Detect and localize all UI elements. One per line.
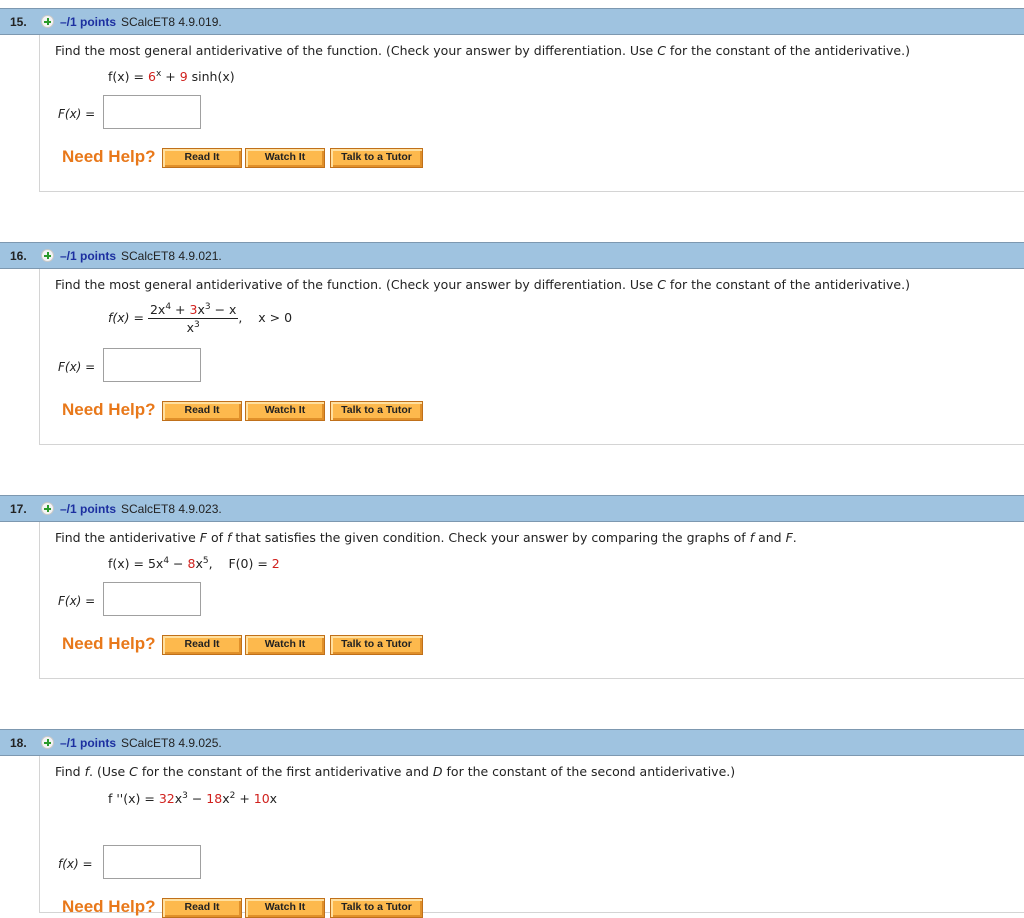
answer-input[interactable] [103,95,201,129]
expand-plus-icon[interactable] [41,502,54,515]
talk-to-tutor-button[interactable]: Talk to a Tutor [330,635,423,655]
question-code: SCalcET8 4.9.021. [121,249,222,263]
question-code: SCalcET8 4.9.023. [121,502,222,516]
question-code: SCalcET8 4.9.025. [121,736,222,750]
need-help-label: Need Help? [62,147,156,166]
question-header: 15. –/1 points SCalcET8 4.9.019. [0,8,1024,35]
question-prompt: Find the antiderivative F of f that sati… [55,530,797,545]
question-body: Find f. (Use C for the constant of the f… [39,756,1024,918]
need-help-label: Need Help? [62,897,156,916]
read-it-button[interactable]: Read It [162,401,242,421]
question-header: 17. –/1 points SCalcET8 4.9.023. [0,495,1024,522]
question-body: Find the most general antiderivative of … [39,269,1024,445]
answer-input[interactable] [103,845,201,879]
question-header: 18. –/1 points SCalcET8 4.9.025. [0,729,1024,756]
read-it-button[interactable]: Read It [162,635,242,655]
question-code: SCalcET8 4.9.019. [121,15,222,29]
question-header: 16. –/1 points SCalcET8 4.9.021. [0,242,1024,269]
question-number: 16. [10,249,27,263]
talk-to-tutor-button[interactable]: Talk to a Tutor [330,898,423,918]
answer-label: F(x) = [58,107,96,121]
answer-label: F(x) = [58,594,96,608]
talk-to-tutor-button[interactable]: Talk to a Tutor [330,401,423,421]
answer-label: f(x) = [58,857,93,871]
question-number: 15. [10,15,27,29]
function-formula: f(x) = 5x4 − 8x5, F(0) = 2 [108,556,280,571]
talk-to-tutor-button[interactable]: Talk to a Tutor [330,148,423,168]
answer-input[interactable] [103,348,201,382]
watch-it-button[interactable]: Watch It [245,898,325,918]
fraction: 2x4 + 3x3 − x x3 [147,302,239,335]
need-help-label: Need Help? [62,634,156,653]
question-body: Find the most general antiderivative of … [39,35,1024,192]
answer-input[interactable] [103,582,201,616]
expand-plus-icon[interactable] [41,736,54,749]
expand-plus-icon[interactable] [41,249,54,262]
question-number: 17. [10,502,27,516]
read-it-button[interactable]: Read It [162,898,242,918]
points-link[interactable]: –/1 points [60,502,116,516]
expand-plus-icon[interactable] [41,15,54,28]
question-prompt: Find the most general antiderivative of … [55,43,910,58]
function-formula: f(x) = 6x + 9 sinh(x) [108,69,235,84]
watch-it-button[interactable]: Watch It [245,148,325,168]
question-body: Find the antiderivative F of f that sati… [39,522,1024,679]
question-number: 18. [10,736,27,750]
question-prompt: Find f. (Use C for the constant of the f… [55,764,736,779]
points-link[interactable]: –/1 points [60,736,116,750]
answer-label: F(x) = [58,360,96,374]
watch-it-button[interactable]: Watch It [245,401,325,421]
points-link[interactable]: –/1 points [60,15,116,29]
watch-it-button[interactable]: Watch It [245,635,325,655]
function-formula: f(x) = 2x4 + 3x3 − x x3 , x > 0 [108,302,293,335]
read-it-button[interactable]: Read It [162,148,242,168]
question-prompt: Find the most general antiderivative of … [55,277,910,292]
points-link[interactable]: –/1 points [60,249,116,263]
function-formula: f ''(x) = 32x3 − 18x2 + 10x [108,791,278,806]
need-help-label: Need Help? [62,400,156,419]
